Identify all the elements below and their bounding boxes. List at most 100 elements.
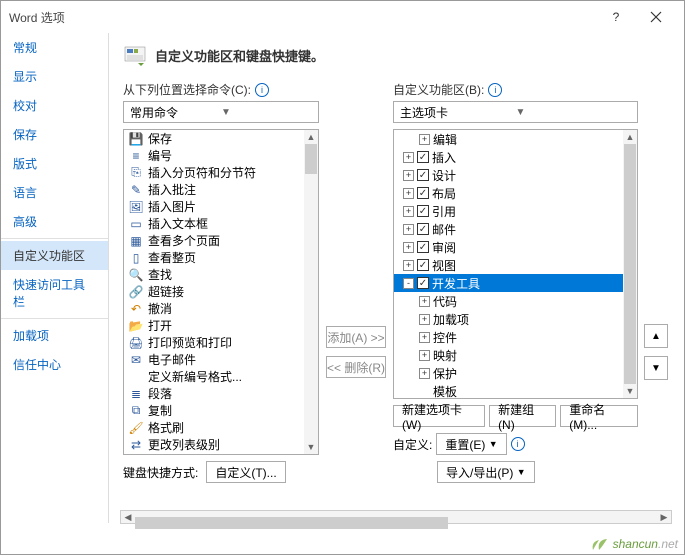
rename-button[interactable]: 重命名(M)... bbox=[560, 405, 638, 427]
main-panel: 自定义功能区和键盘快捷键。 从下列位置选择命令(C): i 常用命令 ▼ 💾保存 bbox=[109, 33, 684, 523]
tree-item[interactable]: +加载项 bbox=[394, 310, 637, 328]
list-item: ≣段落 bbox=[124, 385, 318, 402]
sidebar-item-save[interactable]: 保存 bbox=[1, 120, 108, 149]
list-item: 📂打开 bbox=[124, 317, 318, 334]
expander-icon[interactable]: + bbox=[419, 350, 430, 361]
tree-item[interactable]: +编辑 bbox=[394, 130, 637, 148]
checkbox[interactable]: ✓ bbox=[417, 259, 429, 271]
page-break-icon: ⎘ bbox=[128, 165, 144, 180]
tree-item[interactable]: +✓引用 bbox=[394, 202, 637, 220]
sidebar-item-layout[interactable]: 版式 bbox=[1, 149, 108, 178]
tree-item[interactable]: 模板 bbox=[394, 382, 637, 398]
import-export-row: 导入/导出(P) ▼ bbox=[393, 461, 638, 483]
tree-item[interactable]: +✓视图 bbox=[394, 256, 637, 274]
checkbox[interactable]: ✓ bbox=[417, 151, 429, 163]
help-button[interactable]: ? bbox=[596, 1, 636, 33]
sidebar-item-addins[interactable]: 加载项 bbox=[1, 321, 108, 350]
tree-item[interactable]: +✓邮件 bbox=[394, 220, 637, 238]
move-up-button[interactable]: ▲ bbox=[644, 324, 668, 348]
expander-icon[interactable]: + bbox=[403, 224, 414, 235]
info-icon[interactable]: i bbox=[511, 437, 525, 451]
save-icon: 💾 bbox=[128, 132, 144, 146]
expander-icon[interactable]: + bbox=[403, 260, 414, 271]
close-icon bbox=[650, 11, 662, 23]
titlebar: Word 选项 ? bbox=[1, 1, 684, 33]
info-icon[interactable]: i bbox=[488, 83, 502, 97]
expander-icon[interactable]: + bbox=[419, 134, 430, 145]
expander-icon[interactable]: - bbox=[403, 278, 414, 289]
open-icon: 📂 bbox=[128, 319, 144, 333]
multi-page-icon: ▦ bbox=[128, 234, 144, 248]
scroll-left-icon: ◀ bbox=[121, 511, 135, 523]
sidebar-item-advanced[interactable]: 高级 bbox=[1, 207, 108, 236]
choose-commands-dropdown[interactable]: 常用命令 ▼ bbox=[123, 101, 319, 123]
sidebar-item-proofing[interactable]: 校对 bbox=[1, 91, 108, 120]
expander-icon[interactable]: + bbox=[403, 170, 414, 181]
expander-icon[interactable]: + bbox=[403, 242, 414, 253]
list-level-icon: ⇄ bbox=[128, 438, 144, 452]
format-painter-icon: 🖌 bbox=[128, 421, 144, 435]
remove-button[interactable]: << 删除(R) bbox=[326, 356, 386, 378]
add-button[interactable]: 添加(A) >> bbox=[326, 326, 386, 348]
tree-item-label: 引用 bbox=[432, 203, 456, 220]
scrollbar[interactable]: ▲ ▼ bbox=[304, 130, 318, 454]
scrollbar[interactable]: ▲ ▼ bbox=[623, 130, 637, 398]
tree-item-label: 布局 bbox=[432, 185, 456, 202]
comment-icon: ✎ bbox=[128, 183, 144, 197]
expander-icon[interactable]: + bbox=[419, 368, 430, 379]
checkbox[interactable]: ✓ bbox=[417, 241, 429, 253]
tree-item-label: 开发工具 bbox=[432, 275, 480, 292]
dropdown-value: 常用命令 bbox=[130, 104, 221, 121]
tree-item[interactable]: +✓设计 bbox=[394, 166, 637, 184]
close-button[interactable] bbox=[636, 1, 676, 33]
numbering-icon: ≡ bbox=[128, 149, 144, 163]
new-tab-button[interactable]: 新建选项卡(W) bbox=[393, 405, 485, 427]
sidebar-item-display[interactable]: 显示 bbox=[1, 62, 108, 91]
checkbox[interactable]: ✓ bbox=[417, 277, 429, 289]
sidebar-item-language[interactable]: 语言 bbox=[1, 178, 108, 207]
expander-icon[interactable]: + bbox=[403, 206, 414, 217]
info-icon[interactable]: i bbox=[255, 83, 269, 97]
checkbox[interactable]: ✓ bbox=[417, 169, 429, 181]
tree-item[interactable]: +✓布局 bbox=[394, 184, 637, 202]
customize-ribbon-dropdown[interactable]: 主选项卡 ▼ bbox=[393, 101, 638, 123]
checkbox[interactable]: ✓ bbox=[417, 223, 429, 235]
tree-item[interactable]: +控件 bbox=[394, 328, 637, 346]
list-item: ⧉复制 bbox=[124, 402, 318, 419]
expander-icon[interactable]: + bbox=[419, 314, 430, 325]
reset-button[interactable]: 重置(E) ▼ bbox=[436, 433, 506, 455]
expander-icon[interactable]: + bbox=[419, 332, 430, 343]
expander-icon[interactable]: + bbox=[403, 188, 414, 199]
sidebar-item-trust-center[interactable]: 信任中心 bbox=[1, 350, 108, 379]
sidebar-item-customize-ribbon[interactable]: 自定义功能区 bbox=[1, 241, 108, 270]
sidebar-item-quick-access[interactable]: 快速访问工具栏 bbox=[1, 270, 108, 316]
chevron-down-icon: ▼ bbox=[221, 107, 312, 118]
list-item: 🔍查找 bbox=[124, 266, 318, 283]
customize-keyboard-button[interactable]: 自定义(T)... bbox=[206, 461, 285, 483]
tree-item[interactable]: +✓插入 bbox=[394, 148, 637, 166]
tree-item[interactable]: +代码 bbox=[394, 292, 637, 310]
arrow-column: ▲ ▼ bbox=[644, 81, 670, 483]
move-down-button[interactable]: ▼ bbox=[644, 356, 668, 380]
horizontal-scrollbar[interactable]: ◀ ▶ bbox=[120, 510, 672, 524]
ribbon-tree[interactable]: +编辑+✓插入+✓设计+✓布局+✓引用+✓邮件+✓审阅+✓视图-✓开发工具+代码… bbox=[393, 129, 638, 399]
checkbox[interactable]: ✓ bbox=[417, 205, 429, 217]
commands-listbox[interactable]: 💾保存 ≡编号|▸ ⎘插入分页符和分节符 ✎插入批注 🖼插入图片 ▭插入文本框▸… bbox=[123, 129, 319, 455]
checkbox[interactable]: ✓ bbox=[417, 187, 429, 199]
print-preview-icon: 🖨 bbox=[128, 336, 144, 350]
new-group-button[interactable]: 新建组(N) bbox=[489, 405, 556, 427]
scroll-up-icon: ▲ bbox=[304, 130, 318, 144]
import-export-button[interactable]: 导入/导出(P) ▼ bbox=[437, 461, 535, 483]
expander-icon[interactable]: + bbox=[403, 152, 414, 163]
customize-ribbon-label: 自定义功能区(B): i bbox=[393, 81, 638, 98]
hyperlink-icon: 🔗 bbox=[128, 285, 144, 299]
tree-item[interactable]: -✓开发工具 bbox=[394, 274, 637, 292]
page-heading: 自定义功能区和键盘快捷键。 bbox=[155, 46, 324, 65]
reset-row: 自定义: 重置(E) ▼ i bbox=[393, 433, 638, 455]
tree-item[interactable]: +✓审阅 bbox=[394, 238, 637, 256]
sidebar: 常规 显示 校对 保存 版式 语言 高级 自定义功能区 快速访问工具栏 加载项 … bbox=[1, 33, 109, 523]
expander-icon[interactable]: + bbox=[419, 296, 430, 307]
sidebar-item-general[interactable]: 常规 bbox=[1, 33, 108, 62]
tree-item[interactable]: +映射 bbox=[394, 346, 637, 364]
tree-item[interactable]: +保护 bbox=[394, 364, 637, 382]
